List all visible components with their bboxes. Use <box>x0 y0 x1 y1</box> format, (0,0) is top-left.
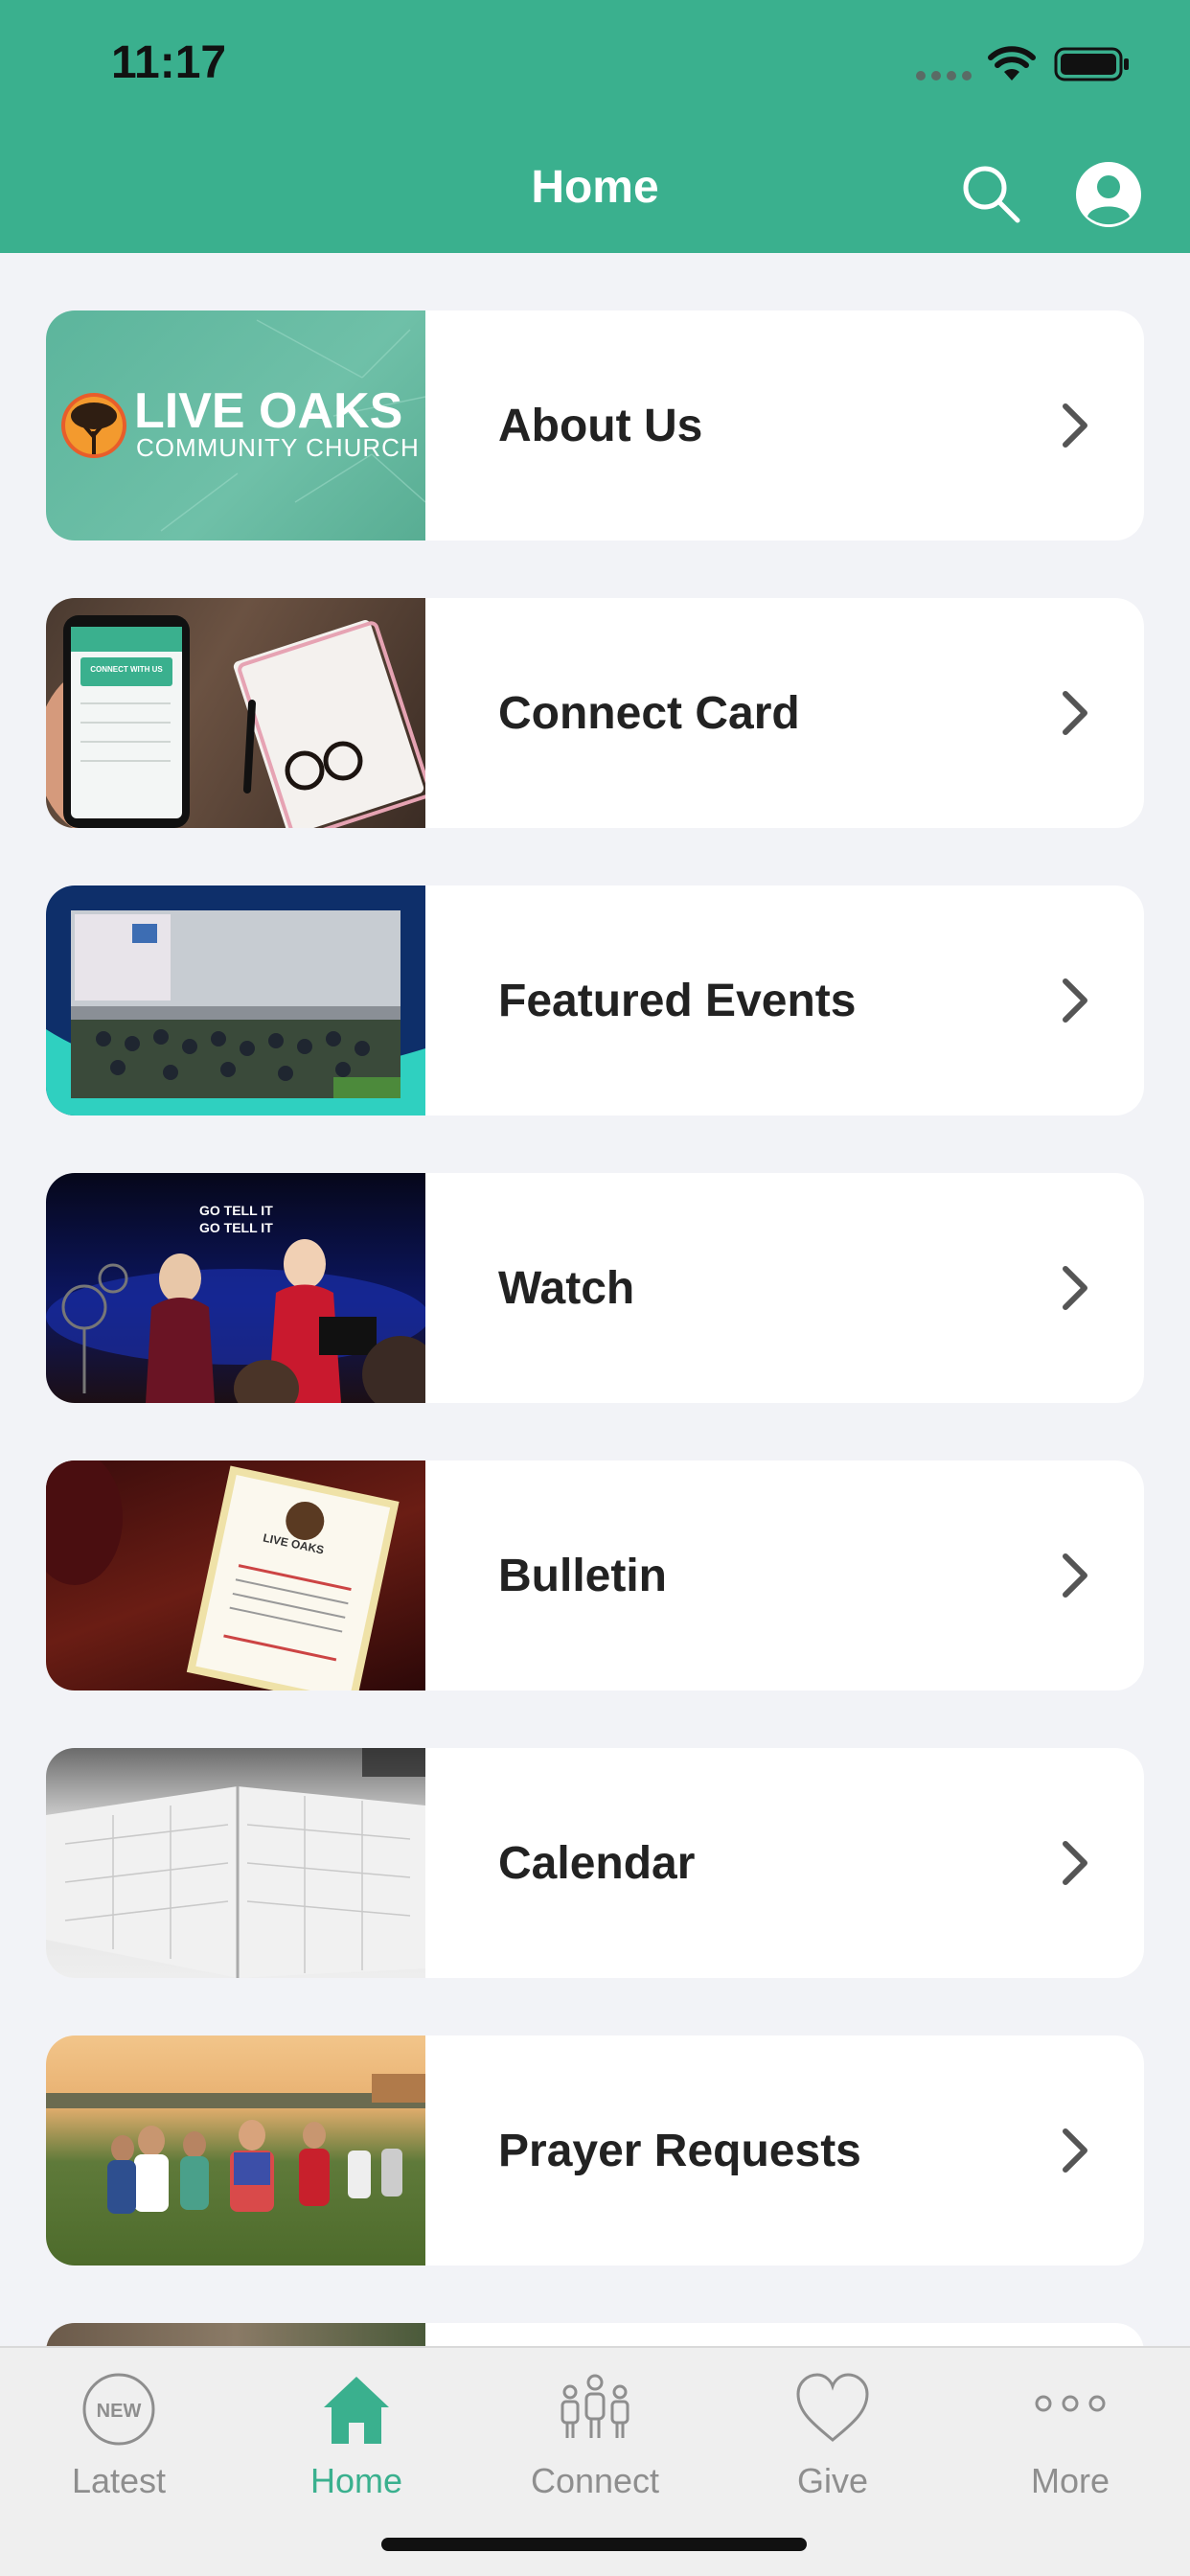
search-icon[interactable] <box>958 161 1025 228</box>
wifi-icon <box>988 46 1036 80</box>
menu-item-partial[interactable] <box>46 2323 1144 2346</box>
menu-item-label: Connect Card <box>498 687 800 739</box>
tab-label: Connect <box>530 2461 660 2500</box>
menu-item-label: Calendar <box>498 1837 696 1889</box>
menu-item-label: Watch <box>498 1262 635 1314</box>
menu-item-prayer-requests[interactable]: Prayer Requests <box>46 2036 1144 2266</box>
about-us-thumbnail: LIVE OAKS COMMUNITY CHURCH <box>46 310 425 540</box>
chevron-right-icon <box>1063 1841 1087 1885</box>
menu-item-calendar[interactable]: Calendar <box>46 1748 1144 1978</box>
status-time: 11:17 <box>111 37 227 88</box>
watch-thumbnail: GO TELL IT GO TELL IT <box>46 1173 425 1403</box>
prayer-requests-thumbnail <box>46 2036 425 2266</box>
bulletin-thumbnail: LIVE OAKS <box>46 1460 425 1690</box>
chevron-right-icon <box>1063 1266 1087 1310</box>
new-badge-text: NEW <box>97 2401 142 2422</box>
menu-item-label: About Us <box>498 400 703 451</box>
profile-icon[interactable] <box>1075 161 1142 228</box>
home-icon <box>324 2377 389 2444</box>
signal-dots-icon <box>916 71 972 80</box>
featured-events-thumbnail <box>46 886 425 1116</box>
chevron-right-icon <box>1063 403 1087 448</box>
chevron-right-icon <box>1063 691 1087 735</box>
tab-latest[interactable]: NEW Latest <box>23 2369 215 2503</box>
menu-item-watch[interactable]: GO TELL IT GO TELL IT Watch <box>46 1173 1144 1403</box>
watch-caption: GO TELL IT GO TELL IT <box>199 1203 273 1235</box>
connect-card-thumbnail: CONNECT WITH US <box>46 598 425 828</box>
tab-label: Give <box>796 2461 869 2500</box>
menu-item-label: Bulletin <box>498 1550 667 1601</box>
chevron-right-icon <box>1063 1553 1087 1598</box>
home-indicator <box>381 2538 807 2551</box>
heart-icon <box>796 2373 869 2442</box>
connect-caption: CONNECT WITH US <box>90 665 163 674</box>
tab-give[interactable]: Give <box>737 2369 928 2503</box>
tab-label: Latest <box>71 2461 167 2500</box>
tab-label: More <box>1030 2461 1110 2500</box>
new-badge-icon: NEW <box>82 2373 155 2446</box>
tab-label: Home <box>309 2461 403 2500</box>
logo-subtext: COMMUNITY CHURCH <box>136 433 420 462</box>
calendar-thumbnail <box>46 1748 425 1978</box>
people-icon <box>561 2374 629 2438</box>
tab-more[interactable]: More <box>974 2369 1166 2503</box>
menu-item-connect-card[interactable]: CONNECT WITH US Connect Card <box>46 598 1144 828</box>
more-dots-icon <box>1035 2395 1106 2412</box>
app-header: 11:17 Home <box>0 0 1190 253</box>
chevron-right-icon <box>1063 2128 1087 2173</box>
tab-home[interactable]: Home <box>261 2369 452 2503</box>
battery-icon <box>1054 47 1129 81</box>
menu-item-about-us[interactable]: LIVE OAKS COMMUNITY CHURCH About Us <box>46 310 1144 540</box>
menu-list: LIVE OAKS COMMUNITY CHURCH About Us CONN… <box>0 253 1190 2346</box>
menu-item-label: Prayer Requests <box>498 2125 861 2176</box>
chevron-right-icon <box>1063 978 1087 1023</box>
menu-item-label: Featured Events <box>498 975 857 1026</box>
tab-connect[interactable]: Connect <box>499 2369 691 2503</box>
menu-item-bulletin[interactable]: LIVE OAKS Bulletin <box>46 1460 1144 1690</box>
partial-thumbnail <box>46 2323 425 2346</box>
logo-text: LIVE OAKS <box>134 383 403 439</box>
menu-item-featured-events[interactable]: Featured Events <box>46 886 1144 1116</box>
